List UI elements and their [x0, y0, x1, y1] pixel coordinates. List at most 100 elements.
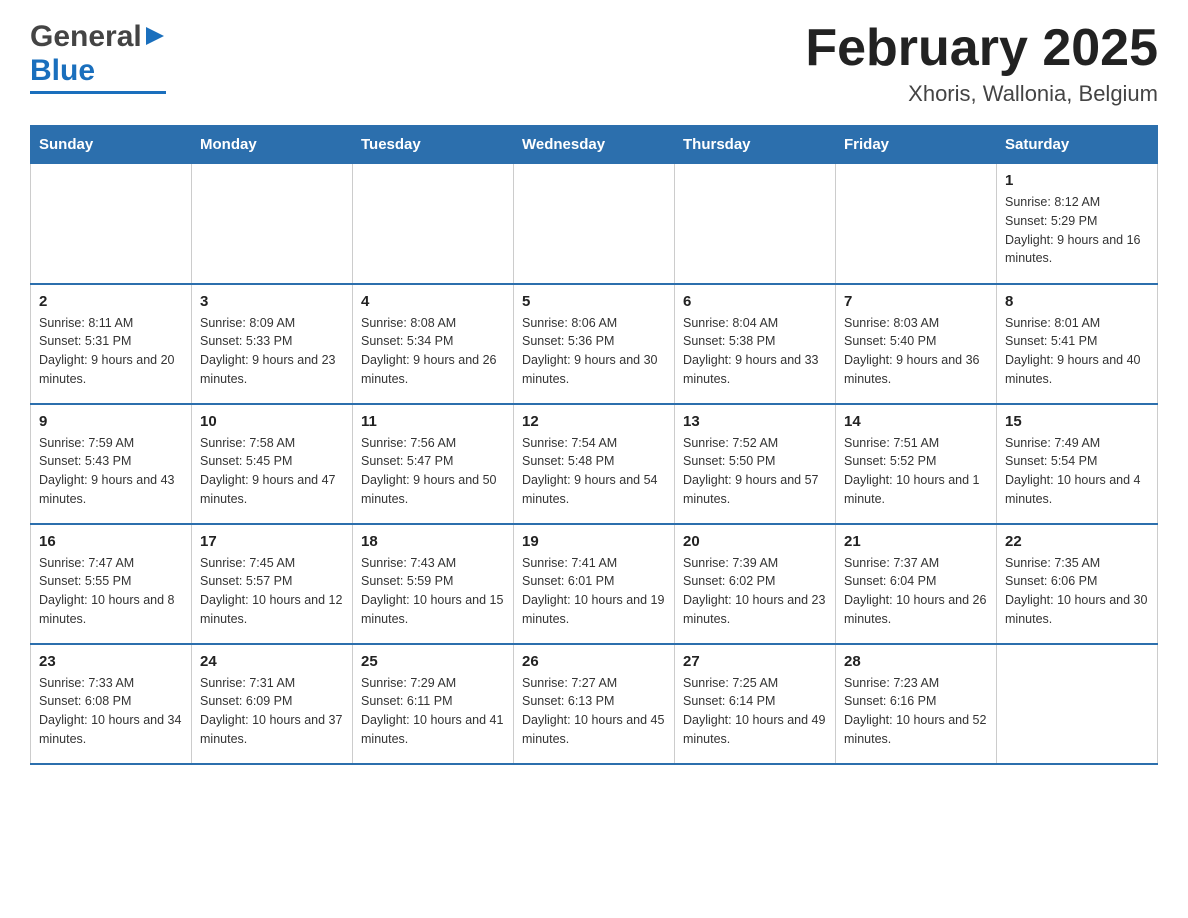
- day-info: Sunrise: 7:41 AM Sunset: 6:01 PM Dayligh…: [522, 554, 666, 629]
- calendar-cell: 28Sunrise: 7:23 AM Sunset: 6:16 PM Dayli…: [836, 644, 997, 764]
- day-number: 11: [361, 413, 505, 430]
- calendar-cell: 25 Sunrise: 7:29 AM Sunset: 6:11 PM Dayli…: [353, 644, 514, 764]
- day-info: Sunrise: 7:59 AM Sunset: 5:43 PM Dayligh…: [39, 434, 183, 509]
- calendar-week-row: 1Sunrise: 8:12 AM Sunset: 5:29 PM Daylig…: [31, 164, 1158, 284]
- day-number: 4: [361, 293, 505, 310]
- calendar-cell: 23 Sunrise: 7:33 AM Sunset: 6:08 PM Dayli…: [31, 644, 192, 764]
- calendar-cell: [675, 164, 836, 284]
- calendar-title-block: February 2025 Xhoris, Wallonia, Belgium: [805, 20, 1158, 107]
- calendar-body: 1Sunrise: 8:12 AM Sunset: 5:29 PM Daylig…: [31, 164, 1158, 764]
- header-wednesday: Wednesday: [514, 126, 675, 164]
- day-number: 10: [200, 413, 344, 430]
- day-info: Sunrise: 7:43 AM Sunset: 5:59 PM Dayligh…: [361, 554, 505, 629]
- day-info: Sunrise: 8:01 AM Sunset: 5:41 PM Dayligh…: [1005, 314, 1149, 389]
- day-info: Sunrise: 7:31 AM Sunset: 6:09 PM Dayligh…: [200, 674, 344, 749]
- day-number: 24: [200, 653, 344, 670]
- day-number: 21: [844, 533, 988, 550]
- day-info: Sunrise: 7:37 AM Sunset: 6:04 PM Dayligh…: [844, 554, 988, 629]
- calendar-cell: 14 Sunrise: 7:51 AM Sunset: 5:52 PM Dayli…: [836, 404, 997, 524]
- calendar-cell: 20Sunrise: 7:39 AM Sunset: 6:02 PM Dayli…: [675, 524, 836, 644]
- page-header: General Blue February 2025 Xhoris, Wallo…: [30, 20, 1158, 107]
- calendar-cell: 10Sunrise: 7:58 AM Sunset: 5:45 PM Dayli…: [192, 404, 353, 524]
- day-number: 13: [683, 413, 827, 430]
- day-info: Sunrise: 7:29 AM Sunset: 6:11 PM Dayligh…: [361, 674, 505, 749]
- logo: General Blue: [30, 20, 166, 94]
- day-number: 18: [361, 533, 505, 550]
- day-info: Sunrise: 7:49 AM Sunset: 5:54 PM Dayligh…: [1005, 434, 1149, 509]
- calendar-cell: 5 Sunrise: 8:06 AM Sunset: 5:36 PM Daylig…: [514, 284, 675, 404]
- calendar-cell: 13 Sunrise: 7:52 AM Sunset: 5:50 PM Dayli…: [675, 404, 836, 524]
- logo-arrow-icon: [144, 25, 166, 47]
- day-number: 27: [683, 653, 827, 670]
- day-info: Sunrise: 7:45 AM Sunset: 5:57 PM Dayligh…: [200, 554, 344, 629]
- calendar-cell: 1Sunrise: 8:12 AM Sunset: 5:29 PM Daylig…: [997, 164, 1158, 284]
- day-info: Sunrise: 7:52 AM Sunset: 5:50 PM Dayligh…: [683, 434, 827, 509]
- day-info: Sunrise: 8:03 AM Sunset: 5:40 PM Dayligh…: [844, 314, 988, 389]
- header-monday: Monday: [192, 126, 353, 164]
- calendar-week-row: 23 Sunrise: 7:33 AM Sunset: 6:08 PM Dayli…: [31, 644, 1158, 764]
- header-saturday: Saturday: [997, 126, 1158, 164]
- day-number: 5: [522, 293, 666, 310]
- calendar-cell: [192, 164, 353, 284]
- calendar-cell: 7 Sunrise: 8:03 AM Sunset: 5:40 PM Daylig…: [836, 284, 997, 404]
- calendar-cell: 18 Sunrise: 7:43 AM Sunset: 5:59 PM Dayli…: [353, 524, 514, 644]
- calendar-cell: 24 Sunrise: 7:31 AM Sunset: 6:09 PM Dayli…: [192, 644, 353, 764]
- day-info: Sunrise: 7:56 AM Sunset: 5:47 PM Dayligh…: [361, 434, 505, 509]
- calendar-cell: 12 Sunrise: 7:54 AM Sunset: 5:48 PM Dayli…: [514, 404, 675, 524]
- calendar-cell: [836, 164, 997, 284]
- day-number: 12: [522, 413, 666, 430]
- calendar-title: February 2025: [805, 20, 1158, 77]
- calendar-cell: [353, 164, 514, 284]
- calendar-cell: 22 Sunrise: 7:35 AM Sunset: 6:06 PM Dayli…: [997, 524, 1158, 644]
- day-info: Sunrise: 7:33 AM Sunset: 6:08 PM Dayligh…: [39, 674, 183, 749]
- day-info: Sunrise: 8:06 AM Sunset: 5:36 PM Dayligh…: [522, 314, 666, 389]
- calendar-cell: 3 Sunrise: 8:09 AM Sunset: 5:33 PM Daylig…: [192, 284, 353, 404]
- day-number: 14: [844, 413, 988, 430]
- day-number: 7: [844, 293, 988, 310]
- logo-blue: Blue: [30, 54, 95, 88]
- header-friday: Friday: [836, 126, 997, 164]
- calendar-subtitle: Xhoris, Wallonia, Belgium: [805, 81, 1158, 107]
- calendar-week-row: 9 Sunrise: 7:59 AM Sunset: 5:43 PM Daylig…: [31, 404, 1158, 524]
- calendar-cell: 21 Sunrise: 7:37 AM Sunset: 6:04 PM Dayli…: [836, 524, 997, 644]
- day-number: 2: [39, 293, 183, 310]
- day-info: Sunrise: 8:11 AM Sunset: 5:31 PM Dayligh…: [39, 314, 183, 389]
- day-number: 22: [1005, 533, 1149, 550]
- calendar-cell: 6Sunrise: 8:04 AM Sunset: 5:38 PM Daylig…: [675, 284, 836, 404]
- calendar-cell: 19 Sunrise: 7:41 AM Sunset: 6:01 PM Dayli…: [514, 524, 675, 644]
- calendar-cell: 27 Sunrise: 7:25 AM Sunset: 6:14 PM Dayli…: [675, 644, 836, 764]
- calendar-cell: 9 Sunrise: 7:59 AM Sunset: 5:43 PM Daylig…: [31, 404, 192, 524]
- day-number: 16: [39, 533, 183, 550]
- logo-general: General: [30, 20, 142, 54]
- day-info: Sunrise: 8:12 AM Sunset: 5:29 PM Dayligh…: [1005, 193, 1149, 268]
- calendar-cell: [514, 164, 675, 284]
- day-info: Sunrise: 8:04 AM Sunset: 5:38 PM Dayligh…: [683, 314, 827, 389]
- day-number: 9: [39, 413, 183, 430]
- day-number: 25: [361, 653, 505, 670]
- day-info: Sunrise: 7:35 AM Sunset: 6:06 PM Dayligh…: [1005, 554, 1149, 629]
- day-number: 19: [522, 533, 666, 550]
- calendar-cell: 15Sunrise: 7:49 AM Sunset: 5:54 PM Dayli…: [997, 404, 1158, 524]
- day-info: Sunrise: 7:51 AM Sunset: 5:52 PM Dayligh…: [844, 434, 988, 509]
- day-number: 3: [200, 293, 344, 310]
- day-number: 26: [522, 653, 666, 670]
- day-info: Sunrise: 7:54 AM Sunset: 5:48 PM Dayligh…: [522, 434, 666, 509]
- header-tuesday: Tuesday: [353, 126, 514, 164]
- calendar-cell: 11 Sunrise: 7:56 AM Sunset: 5:47 PM Dayli…: [353, 404, 514, 524]
- day-info: Sunrise: 7:25 AM Sunset: 6:14 PM Dayligh…: [683, 674, 827, 749]
- calendar-cell: [31, 164, 192, 284]
- day-info: Sunrise: 7:47 AM Sunset: 5:55 PM Dayligh…: [39, 554, 183, 629]
- calendar-week-row: 2 Sunrise: 8:11 AM Sunset: 5:31 PM Daylig…: [31, 284, 1158, 404]
- header-thursday: Thursday: [675, 126, 836, 164]
- day-info: Sunrise: 7:39 AM Sunset: 6:02 PM Dayligh…: [683, 554, 827, 629]
- calendar-header-row: Sunday Monday Tuesday Wednesday Thursday…: [31, 126, 1158, 164]
- header-sunday: Sunday: [31, 126, 192, 164]
- calendar-cell: 17Sunrise: 7:45 AM Sunset: 5:57 PM Dayli…: [192, 524, 353, 644]
- calendar-cell: [997, 644, 1158, 764]
- day-number: 8: [1005, 293, 1149, 310]
- calendar-cell: 8 Sunrise: 8:01 AM Sunset: 5:41 PM Daylig…: [997, 284, 1158, 404]
- day-number: 23: [39, 653, 183, 670]
- calendar-cell: 26 Sunrise: 7:27 AM Sunset: 6:13 PM Dayli…: [514, 644, 675, 764]
- day-info: Sunrise: 7:27 AM Sunset: 6:13 PM Dayligh…: [522, 674, 666, 749]
- day-info: Sunrise: 8:09 AM Sunset: 5:33 PM Dayligh…: [200, 314, 344, 389]
